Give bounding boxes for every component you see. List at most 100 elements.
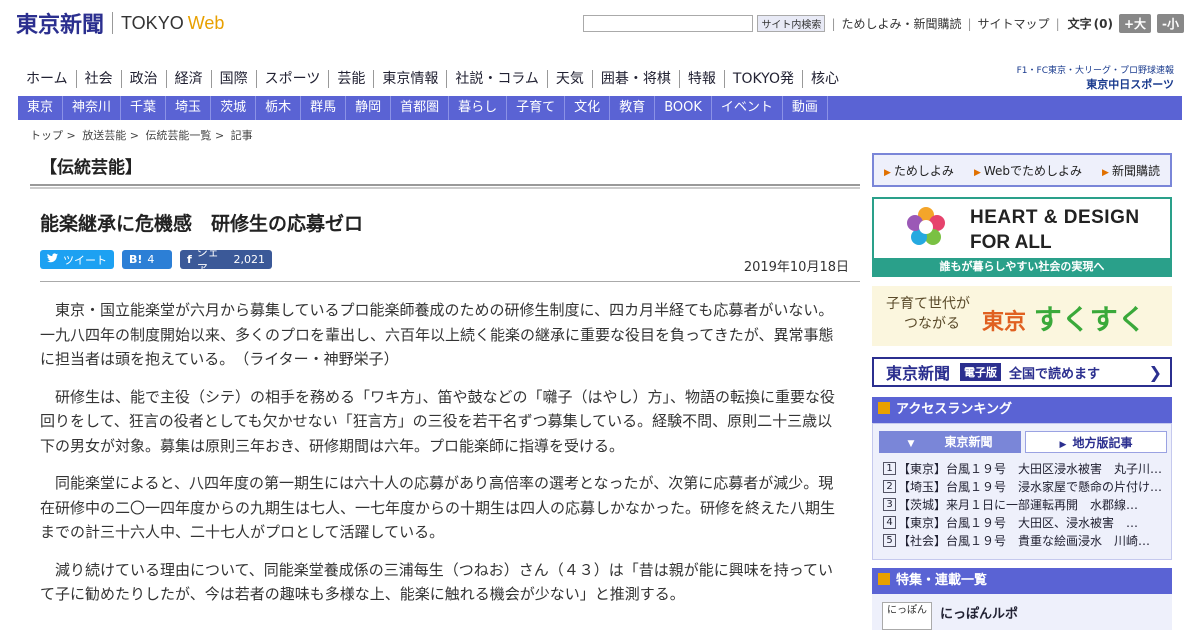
ranking-item[interactable]: 2 【埼玉】台風１９号 浸水家屋で懸命の片付け…: [883, 478, 1165, 496]
nav-item-sports[interactable]: スポーツ: [255, 70, 329, 88]
breadcrumb-broadcast[interactable]: 放送芸能: [82, 129, 126, 142]
article-paragraph: 減り続けている理由について、同能楽堂養成係の三浦每生（つねお）さん（４３）は「昔…: [40, 560, 834, 604]
ranking-item[interactable]: 4 【東京】台風１９号 大田区、浸水被害 …: [883, 514, 1165, 532]
site-search-button[interactable]: サイト内検索: [757, 15, 826, 32]
breadcrumb-top[interactable]: トップ: [30, 129, 63, 142]
nav-item-tokuho[interactable]: 特報: [678, 70, 724, 88]
search-input[interactable]: [583, 15, 754, 32]
ranking-tabs: ▼ 東京新聞 ▶ 地方版記事: [879, 431, 1167, 453]
sukusuku-tagline: 子育て世代が つながる: [886, 294, 970, 334]
nav-item-home[interactable]: ホーム: [18, 70, 76, 88]
nav-item-society[interactable]: 社会: [75, 70, 121, 88]
sitemap-link[interactable]: サイトマップ: [978, 15, 1050, 32]
region-item-education[interactable]: 教育: [610, 96, 656, 120]
logo-japanese: 東京新聞: [16, 12, 105, 38]
subscribe-link[interactable]: ためしよみ・新聞購読: [841, 15, 961, 32]
flower-logo-icon: [907, 207, 945, 245]
rank-title: 【埼玉】台風１９号 浸水家屋で懸命の片付け…: [898, 480, 1163, 494]
trial-read-link[interactable]: ▶ ためしよみ: [884, 162, 954, 179]
region-item-chiba[interactable]: 千葉: [121, 96, 167, 120]
nav-item-tokyo-info[interactable]: 東京情報: [373, 70, 446, 88]
feature-link[interactable]: にっぽんルポ: [940, 603, 1018, 622]
facebook-share-button[interactable]: f シェア 2,021: [180, 246, 272, 275]
digital-text: 全国で読めます: [1009, 366, 1101, 382]
hatena-bookmark-button[interactable]: B! 4: [122, 250, 172, 269]
region-item-saitama[interactable]: 埼玉: [166, 96, 212, 120]
divider: |: [831, 16, 836, 31]
rank-number: 1: [883, 462, 896, 475]
region-item-tochigi[interactable]: 栃木: [256, 96, 302, 120]
web-trial-link[interactable]: ▶ Webでためしよみ: [974, 162, 1082, 179]
rank-number: 5: [883, 534, 896, 547]
region-nav: 東京 神奈川 千葉 埼玉 茨城 栃木 群馬 静岡 首都圏 暮らし 子育て 文化 …: [18, 96, 1182, 120]
heart-title-line1: HEART & DESIGN: [970, 207, 1140, 228]
ranking-item[interactable]: 3 【茨城】来月１日に一部運転再開 水郡線…: [883, 496, 1165, 514]
sukusuku-tokyo: 東京: [982, 310, 1027, 335]
heart-design-banner[interactable]: HEART & DESIGN FOR ALL 誰もが暮らしやすい社会の実現へ: [872, 197, 1172, 277]
triangle-right-icon: ▶: [1059, 440, 1067, 450]
top-utility-bar: サイト内検索 | ためしよみ・新聞購読 | サイトマップ | 文字 (0) +大…: [583, 14, 1184, 33]
digital-badge: 電子版: [960, 363, 1002, 381]
ranking-item[interactable]: 5 【社会】台風１９号 貴重な絵画浸水 川崎…: [883, 532, 1165, 550]
article-paragraph: 同能楽堂によると、八四年度の第一期生には六十人の応募があり高倍率の選考となったが…: [40, 474, 836, 541]
digital-edition-banner[interactable]: 東京新聞 電子版 全国で読めます ❯: [872, 357, 1172, 387]
font-size-up-button[interactable]: +大: [1118, 14, 1152, 33]
region-item-ibaraki[interactable]: 茨城: [211, 96, 257, 120]
region-item-shizuoka[interactable]: 静岡: [346, 96, 392, 120]
rank-title: 【東京】台風１９号 大田区、浸水被害 …: [898, 516, 1139, 530]
rank-number: 2: [883, 480, 896, 493]
site-logo[interactable]: 東京新聞 TOKYO Web: [16, 9, 224, 38]
sukusuku-title: すくすく: [1033, 303, 1146, 336]
logo-tokyo: TOKYO: [121, 12, 184, 33]
rank-number: 4: [883, 516, 896, 529]
region-item-kanagawa[interactable]: 神奈川: [63, 96, 122, 120]
tab-tokyo-shimbun[interactable]: ▼ 東京新聞: [879, 431, 1021, 453]
article-paragraph: 研修生は、能で主役（シテ）の相手を務める「ワキ方」、笛や鼓などの「囃子（はやし）…: [40, 387, 836, 455]
features-header: 特集・連載一覧: [872, 568, 1172, 594]
article-body: 東京・国立能楽堂が六月から募集しているプロ能楽師養成のための研修生制度に、四カ月…: [40, 298, 845, 620]
region-item-video[interactable]: 動画: [783, 96, 828, 120]
ranking-item[interactable]: 1 【東京】台風１９号 大田区浸水被害 丸子川…: [883, 460, 1165, 478]
tokyo-sukusuku-banner[interactable]: 子育て世代が つながる 東京 すくすく: [872, 286, 1172, 346]
nav-item-politics[interactable]: 政治: [120, 70, 166, 88]
font-size-down-button[interactable]: -小: [1157, 14, 1184, 33]
region-item-living[interactable]: 暮らし: [449, 96, 508, 120]
tab-label: 東京新聞: [944, 435, 993, 449]
chunichi-sub-text: F1・FC東京・大リーグ・プロ野球速報: [1016, 66, 1174, 76]
subscribe-newspaper-link[interactable]: ▶ 新聞購読: [1102, 162, 1160, 179]
tweet-button[interactable]: ツイート: [40, 250, 114, 269]
region-item-events[interactable]: イベント: [712, 96, 783, 120]
features-title: 特集・連載一覧: [896, 573, 988, 588]
nav-item-go-shogi[interactable]: 囲碁・将棋: [591, 70, 679, 88]
nav-item-weather[interactable]: 天気: [546, 70, 592, 88]
chevron-right-icon: ❯: [1148, 362, 1162, 382]
nav-item-tokyo-hatsu[interactable]: TOKYO発: [723, 70, 802, 88]
font-size-count: (0): [1093, 16, 1113, 31]
region-item-tokyo[interactable]: 東京: [18, 96, 64, 120]
region-item-gunma[interactable]: 群馬: [301, 96, 347, 120]
chunichi-sports-banner[interactable]: F1・FC東京・大リーグ・プロ野球速報 東京中日スポーツ: [1017, 63, 1174, 92]
ranking-list: 1 【東京】台風１９号 大田区浸水被害 丸子川… 2 【埼玉】台風１９号 浸水家屋で…: [883, 460, 1165, 550]
nav-item-entertainment[interactable]: 芸能: [328, 70, 373, 88]
nav-item-editorial[interactable]: 社説・コラム: [446, 70, 547, 88]
ranking-title: アクセスランキング: [896, 402, 1012, 417]
features-panel: にっぽん にっぽんルポ: [872, 594, 1172, 630]
nav-item-economy[interactable]: 経済: [165, 70, 211, 88]
arrow-right-icon: ▶: [1102, 167, 1109, 178]
region-item-parenting[interactable]: 子育て: [507, 96, 566, 120]
rank-title: 【茨城】来月１日に一部運転再開 水郡線…: [898, 498, 1139, 512]
subscribe-newspaper-label: 新聞購読: [1111, 163, 1160, 178]
nav-item-international[interactable]: 国際: [210, 70, 256, 88]
ranking-header: アクセスランキング: [872, 397, 1172, 423]
breadcrumb-traditional-list[interactable]: 伝統芸能一覧: [145, 129, 211, 142]
web-trial-label: Webでためしよみ: [983, 163, 1083, 178]
article-divider: [40, 281, 860, 282]
tab-regional[interactable]: ▶ 地方版記事: [1025, 431, 1167, 453]
region-item-culture[interactable]: 文化: [565, 96, 611, 120]
nav-item-kakushin[interactable]: 核心: [801, 70, 847, 88]
region-item-shutoken[interactable]: 首都圏: [391, 96, 450, 120]
feature-thumbnail[interactable]: にっぽん: [882, 602, 932, 630]
region-item-book[interactable]: BOOK: [655, 96, 712, 120]
heart-title-line2: FOR ALL: [970, 232, 1052, 253]
triangle-down-icon: ▼: [907, 439, 915, 449]
